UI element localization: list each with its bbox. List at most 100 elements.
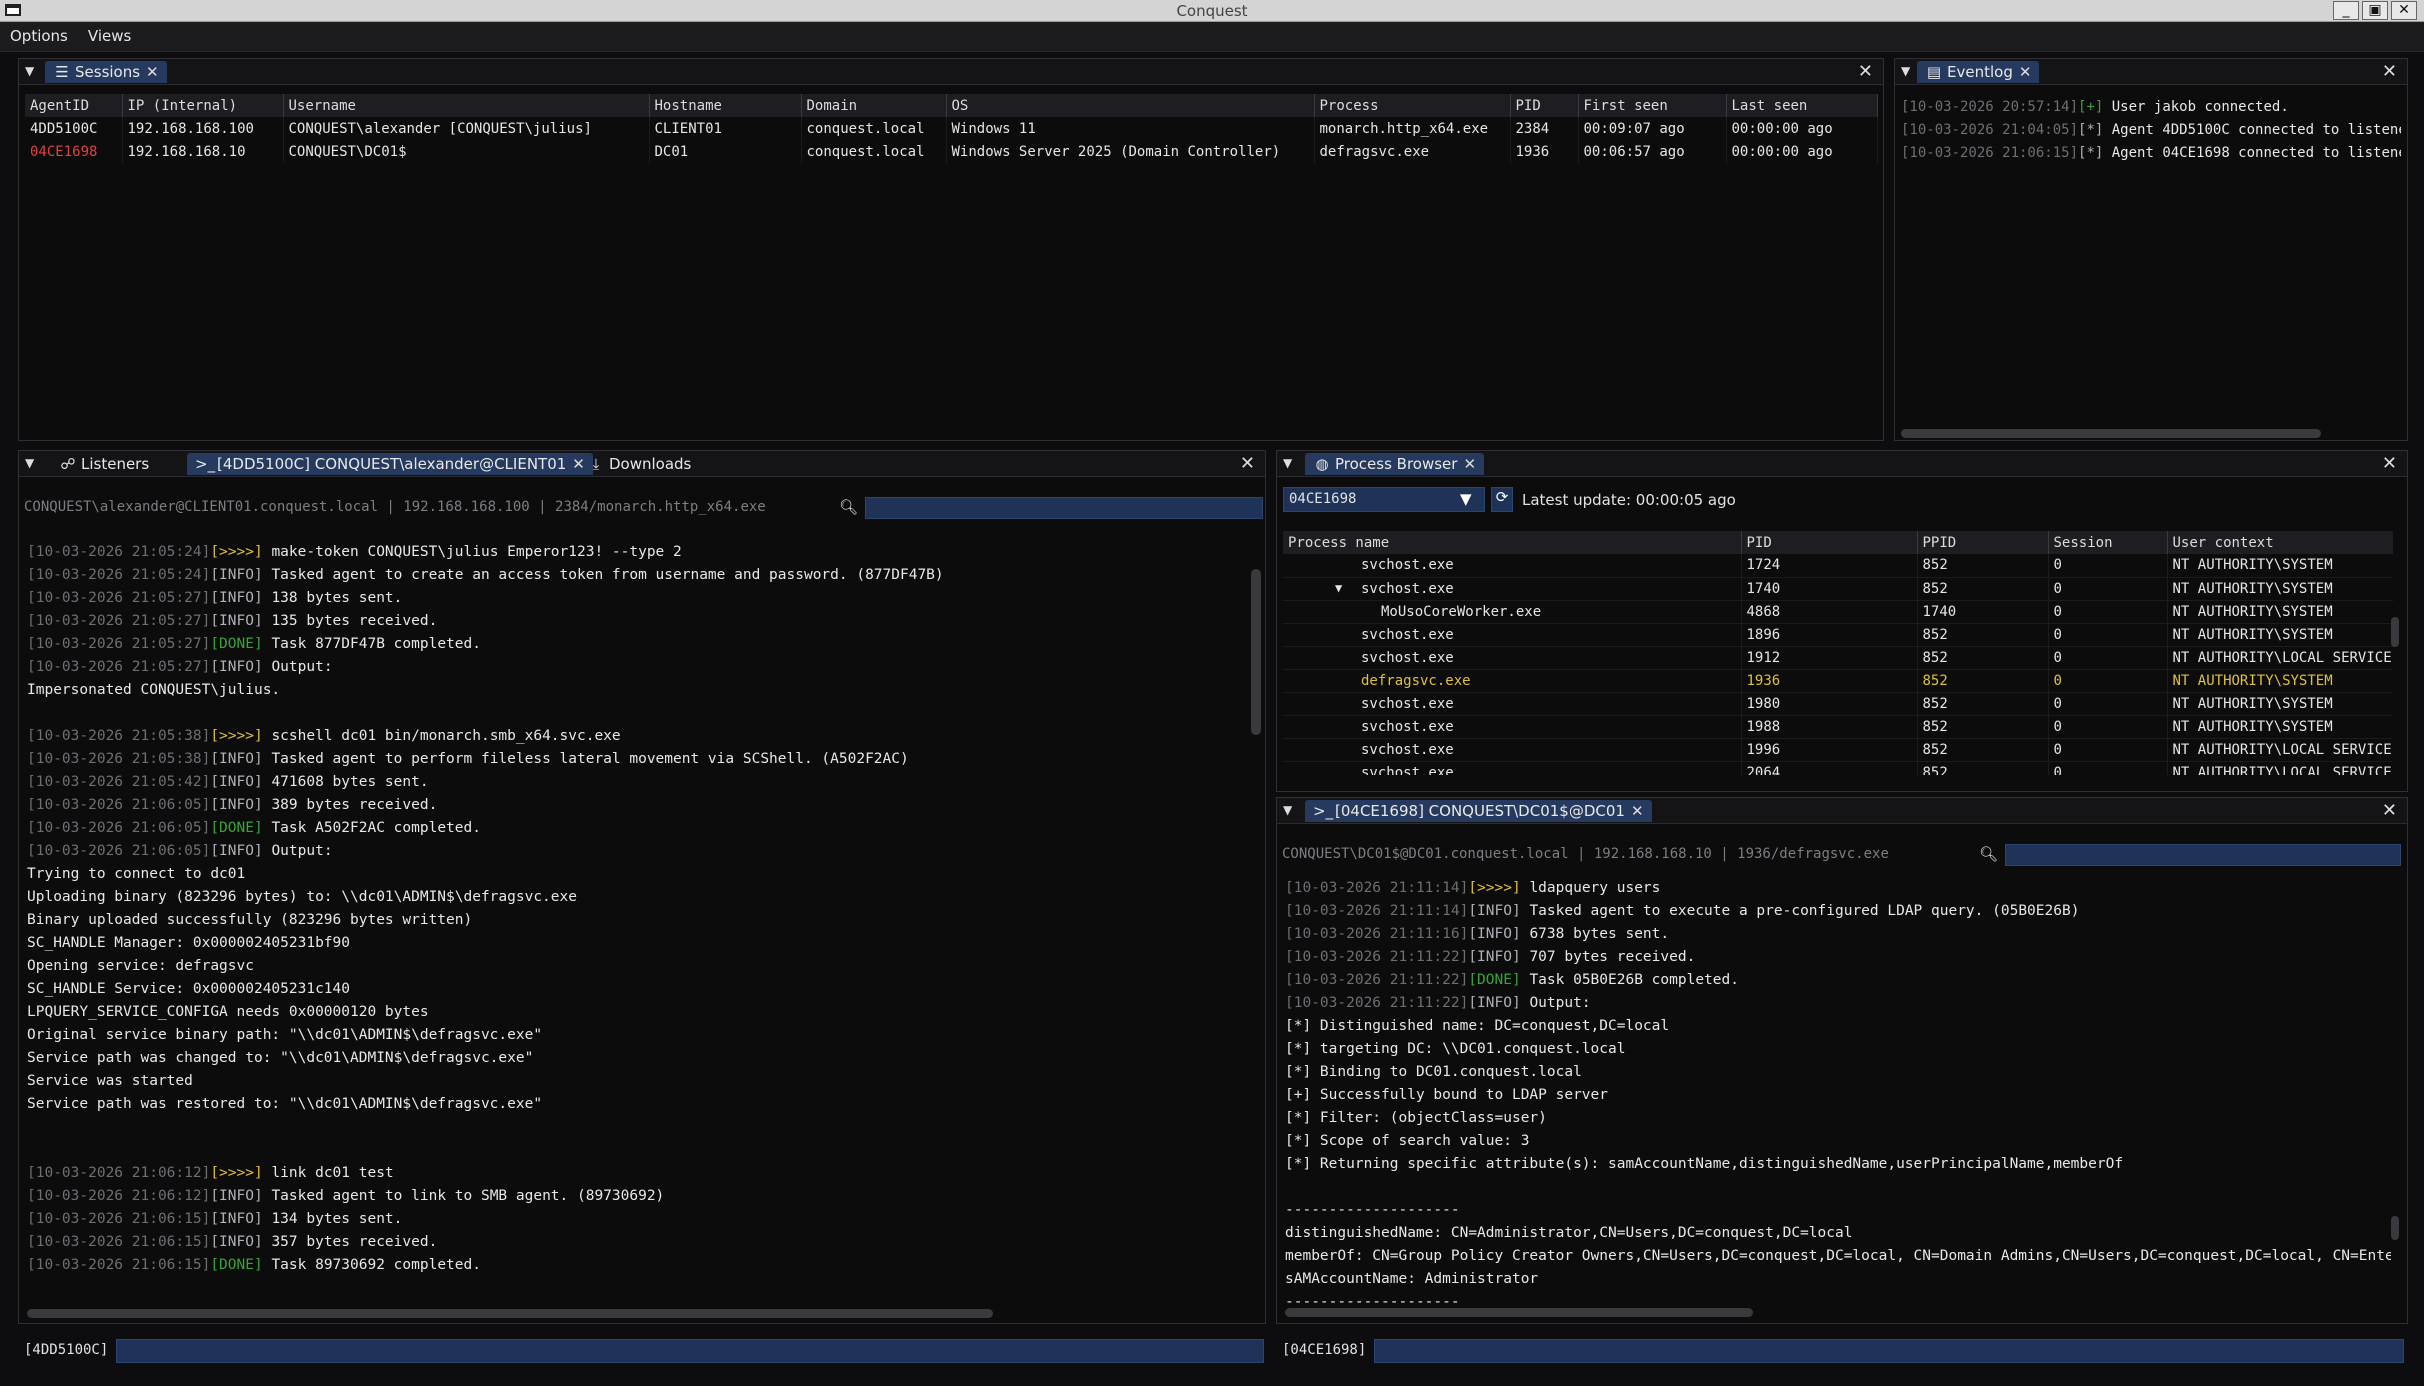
- process-session-cell: 0: [2048, 715, 2168, 738]
- column-header[interactable]: Username: [283, 94, 650, 117]
- process-ppid-cell: 1740: [1917, 600, 2049, 623]
- process-name: svchost.exe: [1361, 718, 1454, 735]
- log-tag: [DONE]: [210, 1257, 263, 1273]
- minimize-icon[interactable]: _: [2333, 1, 2359, 20]
- search-icon[interactable]: 🔍︎: [1979, 845, 1998, 863]
- tab-eventlog[interactable]: ▤ Eventlog ✕: [1917, 61, 2040, 83]
- search-input[interactable]: [2005, 844, 2401, 866]
- tab-downloads[interactable]: ⤓ Downloads: [579, 453, 699, 475]
- maximize-icon[interactable]: ▣: [2362, 1, 2388, 20]
- column-header[interactable]: AgentID: [25, 94, 123, 117]
- collapse-icon[interactable]: ▼: [25, 456, 34, 470]
- column-header[interactable]: OS: [946, 94, 1315, 117]
- log-message: LPQUERY_SERVICE_CONFIGA needs 0x00000120…: [27, 1004, 429, 1020]
- process-session-cell: 0: [2048, 692, 2168, 715]
- log-message: Output:: [1520, 995, 1591, 1011]
- search-icon[interactable]: 🔍︎: [839, 498, 858, 516]
- column-header[interactable]: PID: [1741, 531, 1918, 554]
- process-row[interactable]: MoUsoCoreWorker.exe 4868 1740 0 NT AUTHORITY…: [1283, 600, 2393, 623]
- close-tab-icon[interactable]: ✕: [2019, 63, 2032, 81]
- table-cell-domain: conquest.local: [801, 140, 947, 163]
- timestamp: [10-03-2026 21:06:05]: [27, 820, 211, 836]
- process-row[interactable]: svchost.exe 1896 852 0 NT AUTHORITY\SYSTEM: [1283, 623, 2393, 646]
- menu-options[interactable]: Options: [0, 22, 78, 45]
- process-pid-cell: 4868: [1741, 600, 1918, 623]
- tab-agent-console[interactable]: >_ [4DD5100C] CONQUEST\alexander@CLIENT01…: [187, 453, 593, 475]
- close-panel-icon[interactable]: ✕: [2382, 453, 2397, 474]
- command-input[interactable]: [1374, 1339, 2404, 1363]
- agent-select[interactable]: 04CE1698 ▼: [1283, 487, 1485, 512]
- log-tag: [INFO]: [210, 659, 263, 675]
- column-header[interactable]: Last seen: [1726, 94, 1878, 117]
- close-tab-icon[interactable]: ✕: [1463, 455, 1476, 473]
- command-prompt: [04CE1698]: [1282, 1342, 1367, 1358]
- process-user-cell: NT AUTHORITY\LOCAL SERVICE: [2167, 646, 2393, 669]
- expand-arrow-icon[interactable]: ▼: [1335, 581, 1342, 595]
- collapse-icon[interactable]: ▼: [1901, 64, 1910, 78]
- close-panel-icon[interactable]: ✕: [2382, 61, 2397, 82]
- console-line: [10-03-2026 21:05:27][INFO] Output:: [27, 656, 1253, 679]
- console-vscrollbar[interactable]: [2391, 1216, 2399, 1240]
- log-message: Service path was restored to: "\\dc01\AD…: [27, 1096, 543, 1112]
- tab-dc-console[interactable]: >_ [04CE1698] CONQUEST\DC01$@DC01 ✕: [1305, 800, 1652, 822]
- console-line: [10-03-2026 21:06:15][DONE] Task 8973069…: [27, 1254, 1253, 1277]
- column-header[interactable]: User context: [2167, 531, 2393, 554]
- process-name: svchost.exe: [1361, 695, 1454, 712]
- close-tab-icon[interactable]: ✕: [146, 63, 159, 81]
- process-name-cell: ▼ svchost.exe: [1283, 577, 1742, 600]
- console-hscrollbar[interactable]: [27, 1309, 993, 1318]
- timestamp: [10-03-2026 21:06:12]: [27, 1188, 211, 1204]
- log-tag: [INFO]: [210, 1188, 263, 1204]
- tab-listeners[interactable]: ☍ Listeners: [51, 453, 157, 475]
- column-header[interactable]: First seen: [1578, 94, 1727, 117]
- column-header[interactable]: PPID: [1917, 531, 2049, 554]
- process-pid-cell: 1996: [1741, 738, 1918, 761]
- search-input[interactable]: [865, 497, 1263, 519]
- console-line: [10-03-2026 21:06:05][INFO] 389 bytes re…: [27, 794, 1253, 817]
- tab-sessions[interactable]: ☰ Sessions ✕: [45, 61, 167, 83]
- tab-process-browser[interactable]: ◍ Process Browser ✕: [1305, 453, 1485, 475]
- table-row[interactable]: 04CE1698 192.168.168.10 CONQUEST\DC01$ DC01…: [25, 140, 1878, 163]
- dropdown-arrow-icon[interactable]: ▼: [1460, 490, 1472, 508]
- refresh-icon[interactable]: ⟳: [1491, 487, 1513, 512]
- process-row[interactable]: svchost.exe 1912 852 0 NT AUTHORITY\LOCAL SE…: [1283, 646, 2393, 669]
- column-header[interactable]: Domain: [801, 94, 947, 117]
- console-line: [10-03-2026 21:06:05][INFO] Output:: [27, 840, 1253, 863]
- close-panel-icon[interactable]: ✕: [1858, 61, 1873, 82]
- column-header[interactable]: Session: [2048, 531, 2168, 554]
- log-message: Tasked agent to link to SMB agent. (8973…: [262, 1188, 665, 1204]
- process-row[interactable]: svchost.exe 1724 852 0 NT AUTHORITY\SYSTEM: [1283, 554, 2393, 577]
- column-header[interactable]: Process: [1314, 94, 1511, 117]
- process-row[interactable]: defragsvc.exe 1936 852 0 NT AUTHORITY\SYSTEM: [1283, 669, 2393, 692]
- process-row[interactable]: svchost.exe 1996 852 0 NT AUTHORITY\LOCAL SE…: [1283, 738, 2393, 761]
- column-header[interactable]: PID: [1510, 94, 1579, 117]
- table-row[interactable]: 4DD5100C 192.168.168.100 CONQUEST\alexande…: [25, 117, 1878, 140]
- log-tag: [INFO]: [1468, 949, 1521, 965]
- menu-views[interactable]: Views: [78, 22, 141, 45]
- command-input[interactable]: [116, 1339, 1264, 1363]
- process-row[interactable]: svchost.exe 1980 852 0 NT AUTHORITY\SYSTEM: [1283, 692, 2393, 715]
- collapse-icon[interactable]: ▼: [1283, 456, 1292, 470]
- process-row[interactable]: svchost.exe 2064 852 0 NT AUTHORITY\LOCAL SE…: [1283, 761, 2393, 775]
- collapse-icon[interactable]: ▼: [25, 64, 34, 78]
- process-session-cell: 0: [2048, 669, 2168, 692]
- console-hscrollbar[interactable]: [1285, 1308, 1753, 1317]
- column-header[interactable]: IP (Internal): [122, 94, 284, 117]
- console-vscrollbar[interactable]: [1251, 569, 1261, 735]
- sessions-panel: ▼ ☰ Sessions ✕ ✕ AgentID IP (Internal) Usern…: [18, 58, 1884, 441]
- collapse-icon[interactable]: ▼: [1283, 803, 1292, 817]
- console-line: [10-03-2026 21:05:27][INFO] 135 bytes re…: [27, 610, 1253, 633]
- column-header[interactable]: Process name: [1283, 531, 1742, 554]
- process-session-cell: 0: [2048, 761, 2168, 775]
- close-tab-icon[interactable]: ✕: [1631, 802, 1644, 820]
- log-tag: [>>>>]: [210, 728, 263, 744]
- close-window-icon[interactable]: ✕: [2391, 1, 2417, 20]
- eventlog-hscrollbar[interactable]: [1901, 429, 2321, 438]
- column-header[interactable]: Hostname: [649, 94, 802, 117]
- console-line: [10-03-2026 21:05:38][INFO] Tasked agent…: [27, 748, 1253, 771]
- close-panel-icon[interactable]: ✕: [2382, 800, 2397, 821]
- process-row[interactable]: svchost.exe 1988 852 0 NT AUTHORITY\SYSTEM: [1283, 715, 2393, 738]
- close-panel-icon[interactable]: ✕: [1240, 453, 1255, 474]
- process-vscrollbar[interactable]: [2391, 617, 2399, 647]
- process-row[interactable]: ▼ svchost.exe 1740 852 0 NT AUTHORITY\SYSTEM: [1283, 577, 2393, 600]
